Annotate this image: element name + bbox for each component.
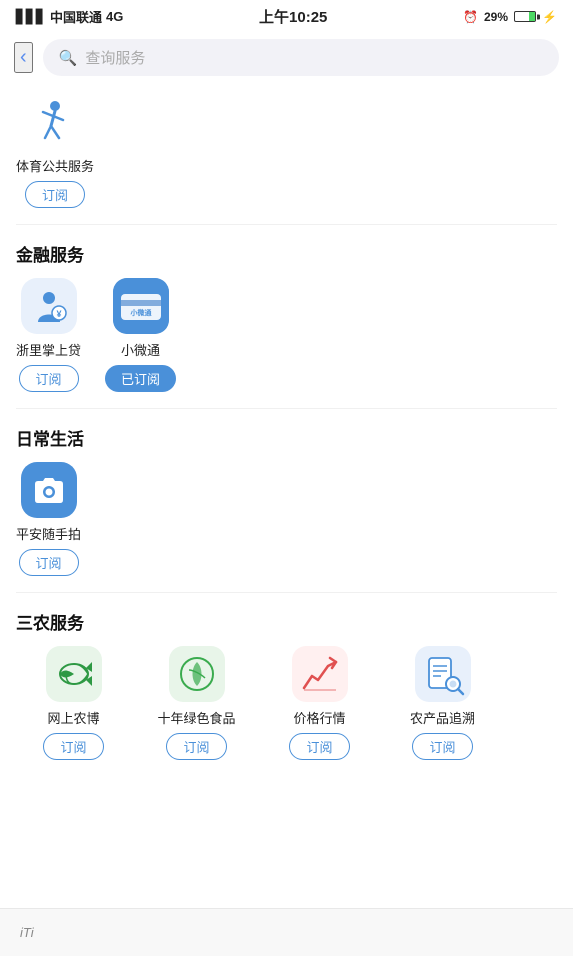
search-input-box[interactable]: 🔍 查询服务 [43, 39, 559, 76]
service-item-sports-public: 体育公共服务 订阅 [16, 94, 94, 208]
network: 4G [106, 9, 123, 24]
svg-text:小微通: 小微通 [129, 308, 152, 317]
service-name-nongbo: 网上农博 [47, 708, 99, 727]
subscribed-btn-weitong[interactable]: 已订阅 [105, 365, 176, 392]
trace-icon [415, 646, 471, 702]
service-name-loan: 浙里掌上贷 [16, 340, 81, 359]
bottom-label: iTi [20, 925, 34, 940]
svg-text:¥: ¥ [56, 309, 61, 319]
subscribe-btn-price[interactable]: 订阅 [289, 733, 349, 760]
battery-percent: 29% [484, 10, 508, 24]
main-content: 体育公共服务 订阅 金融服务 ¥ 浙里掌上贷 [0, 94, 573, 790]
sports-section: 体育公共服务 订阅 [16, 94, 557, 216]
service-item-price: 价格行情 订阅 [262, 646, 377, 760]
service-item-greenfood: 十年绿色食品 订阅 [139, 646, 254, 760]
sannong-section: 三农服务 网上农博 [16, 609, 557, 760]
price-icon [292, 646, 348, 702]
status-bar: ▋▋▋ 中国联通 4G 上午10:25 ⏰ 29% ⚡ [0, 0, 573, 31]
back-button[interactable]: ‹ [14, 42, 33, 73]
service-name-price: 价格行情 [293, 708, 345, 727]
service-name-sports: 体育公共服务 [16, 156, 94, 175]
daily-items-row: 平安随手拍 订阅 [16, 462, 557, 584]
subscribe-btn-loan[interactable]: 订阅 [19, 365, 79, 392]
finance-title: 金融服务 [16, 241, 557, 266]
divider-daily [16, 408, 557, 409]
subscribe-btn-trace[interactable]: 订阅 [412, 733, 472, 760]
subscribe-btn-camera[interactable]: 订阅 [19, 549, 79, 576]
charging-icon: ⚡ [542, 10, 557, 24]
service-name-trace: 农产品追溯 [410, 708, 475, 727]
status-left: ▋▋▋ 中国联通 4G [16, 7, 123, 26]
daily-title: 日常生活 [16, 425, 557, 450]
service-item-nongbo: 网上农博 订阅 [16, 646, 131, 760]
service-name-camera: 平安随手拍 [16, 524, 81, 543]
greenfood-icon [169, 646, 225, 702]
status-right: ⏰ 29% ⚡ [463, 10, 557, 24]
weitong-icon: 小微通 [113, 278, 169, 334]
sannong-items-row: 网上农博 订阅 十年绿色食品 订阅 [16, 646, 557, 760]
alarm-icon: ⏰ [463, 10, 478, 24]
camera-icon [21, 462, 77, 518]
signal-icon: ▋▋▋ [16, 9, 46, 25]
subscribe-btn-sports[interactable]: 订阅 [25, 181, 85, 208]
status-time: 上午10:25 [259, 6, 327, 27]
service-item-trace: 农产品追溯 订阅 [385, 646, 500, 760]
divider-finance [16, 224, 557, 225]
bottom-bar: iTi [0, 908, 573, 956]
service-item-weitong: 小微通 小微通 已订阅 [105, 278, 176, 392]
carrier: 中国联通 [50, 7, 102, 26]
nongbo-icon [46, 646, 102, 702]
subscribe-btn-greenfood[interactable]: 订阅 [166, 733, 226, 760]
sports-icon [27, 94, 83, 150]
service-item-camera: 平安随手拍 订阅 [16, 462, 81, 576]
loan-icon: ¥ [21, 278, 77, 334]
battery-icon [514, 11, 536, 22]
search-icon: 🔍 [59, 49, 78, 67]
divider-sannong [16, 592, 557, 593]
service-name-greenfood: 十年绿色食品 [157, 708, 235, 727]
finance-items-row: ¥ 浙里掌上贷 订阅 小微通 小微通 [16, 278, 557, 400]
service-item-loan: ¥ 浙里掌上贷 订阅 [16, 278, 81, 392]
search-placeholder: 查询服务 [85, 47, 145, 68]
daily-section: 日常生活 平安随手拍 订阅 [16, 425, 557, 584]
sannong-title: 三农服务 [16, 609, 557, 634]
search-bar-area: ‹ 🔍 查询服务 [0, 31, 573, 86]
service-name-weitong: 小微通 [121, 340, 160, 359]
finance-section: 金融服务 ¥ 浙里掌上贷 订阅 [16, 241, 557, 400]
subscribe-btn-nongbo[interactable]: 订阅 [43, 733, 103, 760]
